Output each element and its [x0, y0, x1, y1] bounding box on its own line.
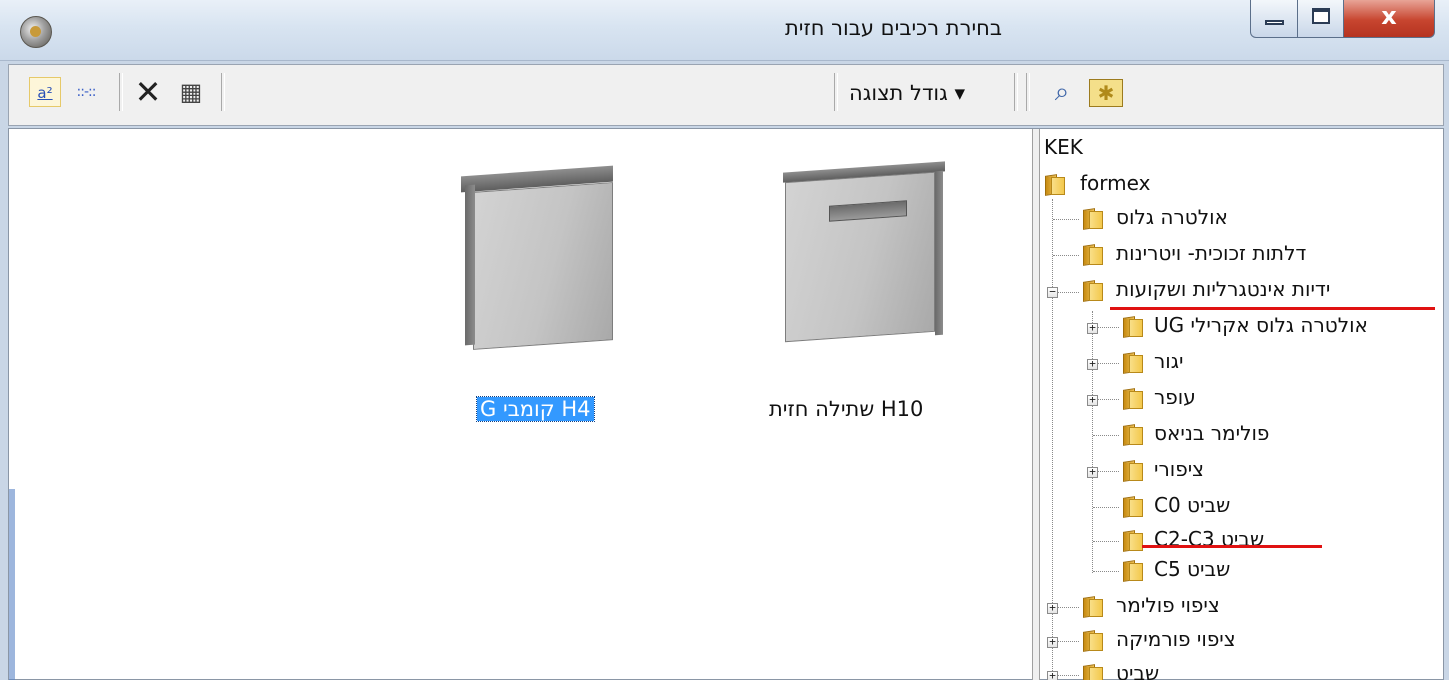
- large-icons-view-icon[interactable]: a²: [29, 77, 61, 107]
- window-title: בחירת רכיבים עבור חזית: [784, 16, 1002, 40]
- category-tree: KEK formex אולטרה גלוס דלתות זכוכית- ויט…: [1040, 129, 1445, 680]
- toolbar-separator: [834, 73, 838, 111]
- tree-node[interactable]: + עופר: [1040, 385, 1445, 415]
- list-item[interactable]: H10 שתילה חזית: [739, 149, 959, 439]
- folder-icon: [1120, 352, 1144, 374]
- chevron-down-icon: ▾: [954, 81, 966, 105]
- tree-node[interactable]: דלתות זכוכית- ויטרינות: [1040, 241, 1445, 271]
- item-label: H10 שתילה חזית: [769, 397, 924, 421]
- tree-node[interactable]: + שביט: [1040, 661, 1445, 680]
- tree-node-expanded[interactable]: − ידיות אינטגרליות ושקועות: [1040, 277, 1445, 307]
- details-view-icon[interactable]: ::-::: [69, 77, 103, 107]
- expand-toggle-icon[interactable]: +: [1087, 358, 1098, 370]
- folder-icon: [1120, 530, 1144, 552]
- tree-node[interactable]: אולטרה גלוס: [1040, 205, 1445, 235]
- tree-node[interactable]: שביט C5: [1040, 557, 1445, 587]
- expand-toggle-icon[interactable]: +: [1087, 394, 1098, 406]
- delete-icon[interactable]: ✕: [133, 76, 163, 108]
- door-thumbnail: [779, 159, 949, 359]
- tree-node[interactable]: + יגור: [1040, 349, 1445, 379]
- collapse-toggle-icon[interactable]: −: [1047, 286, 1058, 298]
- folder-icon: [1080, 630, 1104, 652]
- expand-toggle-icon[interactable]: +: [1047, 636, 1058, 648]
- properties-icon[interactable]: ▦: [175, 77, 207, 107]
- tree-node[interactable]: + ציפורי: [1040, 457, 1445, 487]
- folder-icon: [1120, 560, 1144, 582]
- content-area: H10 שתילה חזית H4 קומבי G KEK formex אול…: [8, 128, 1444, 680]
- title-bar[interactable]: בחירת רכיבים עבור חזית x: [0, 0, 1449, 61]
- toolbar-separator: [119, 73, 123, 111]
- folder-icon: [1080, 664, 1104, 680]
- folder-icon: [1120, 496, 1144, 518]
- expand-toggle-icon[interactable]: +: [1087, 322, 1098, 334]
- left-scroll-edge: [9, 489, 15, 680]
- close-button[interactable]: x: [1343, 0, 1435, 38]
- toolbar-separator: [1026, 73, 1030, 111]
- toolbar: a² ::-:: ✕ ▦ ▾ גודל תצוגה ⌕ ✱: [8, 64, 1444, 126]
- folder-icon: [1080, 596, 1104, 618]
- folder-icon: [1042, 174, 1066, 196]
- tree-node[interactable]: + ציפוי פולימר: [1040, 593, 1445, 623]
- door-thumbnail: [457, 163, 627, 363]
- folder-icon: [1120, 316, 1144, 338]
- expand-toggle-icon[interactable]: +: [1047, 670, 1058, 680]
- component-selection-window: בחירת רכיבים עבור חזית x a² ::-:: ✕ ▦ ▾ …: [0, 0, 1449, 680]
- red-underline-marker: [1110, 307, 1435, 310]
- view-size-label: גודל תצוגה: [849, 81, 948, 105]
- toolbar-separator: [1014, 73, 1018, 111]
- view-size-dropdown[interactable]: ▾ גודל תצוגה: [849, 77, 965, 109]
- tree-node[interactable]: + ציפוי פורמיקה: [1040, 627, 1445, 657]
- minimize-button[interactable]: [1250, 0, 1298, 38]
- folder-icon: [1080, 280, 1104, 302]
- item-label-selected: H4 קומבי G: [476, 396, 595, 422]
- folder-icon: [1120, 460, 1144, 482]
- red-underline-marker: [1142, 545, 1322, 548]
- toolbar-separator: [221, 73, 225, 111]
- maximize-icon: [1312, 8, 1330, 24]
- folder-icon: [1080, 244, 1104, 266]
- minimize-icon: [1265, 20, 1284, 25]
- new-item-icon[interactable]: ✱: [1089, 79, 1123, 107]
- close-icon: x: [1381, 2, 1397, 30]
- folder-icon: [1080, 208, 1104, 230]
- tree-node[interactable]: formex: [1040, 171, 1445, 201]
- app-icon[interactable]: [20, 16, 52, 48]
- pane-splitter[interactable]: [1032, 129, 1040, 680]
- tree-node[interactable]: + אולטרה גלוס אקרילי UG: [1040, 313, 1445, 343]
- folder-icon: [1120, 424, 1144, 446]
- maximize-button[interactable]: [1297, 0, 1344, 38]
- folder-icon: [1120, 388, 1144, 410]
- expand-toggle-icon[interactable]: +: [1047, 602, 1058, 614]
- list-item[interactable]: H4 קומבי G: [449, 149, 669, 439]
- search-icon[interactable]: ⌕: [1044, 77, 1080, 107]
- tree-node[interactable]: פולימר בניאס: [1040, 421, 1445, 451]
- tree-node[interactable]: שביט C2-C3: [1040, 527, 1445, 557]
- expand-toggle-icon[interactable]: +: [1087, 466, 1098, 478]
- tree-node[interactable]: שביט C0: [1040, 493, 1445, 523]
